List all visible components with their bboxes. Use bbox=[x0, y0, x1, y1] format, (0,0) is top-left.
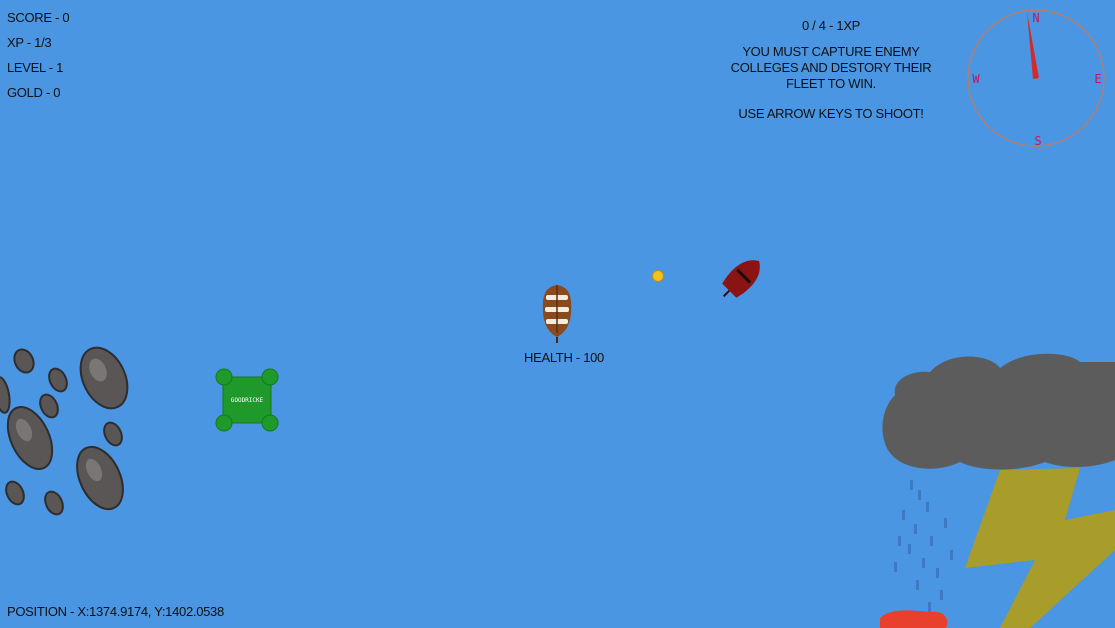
position-readout: POSITION - X:1374.9174, Y:1402.0538 bbox=[7, 604, 224, 619]
enemy-ship[interactable] bbox=[712, 252, 772, 304]
college-name: GOODRICKE bbox=[231, 397, 264, 404]
rocks-cluster bbox=[0, 346, 129, 516]
xp-label: XP - 1/3 bbox=[7, 35, 52, 50]
player-health: HEALTH - 100 bbox=[524, 350, 604, 365]
controls-hint: USE ARROW KEYS TO SHOOT! bbox=[738, 106, 924, 121]
level-label: LEVEL - 1 bbox=[7, 60, 64, 75]
player-ship[interactable] bbox=[540, 285, 574, 345]
compass-west: W bbox=[972, 72, 980, 86]
compass-south: S bbox=[1034, 134, 1041, 148]
score-label: SCORE - 0 bbox=[7, 10, 70, 25]
storm-hazard bbox=[880, 353, 1115, 628]
gold-label: GOLD - 0 bbox=[7, 85, 61, 100]
compass: N S E W bbox=[967, 9, 1105, 148]
compass-east: E bbox=[1094, 72, 1101, 86]
objective-text: YOU MUST CAPTURE ENEMY COLLEGES AND DEST… bbox=[730, 44, 932, 91]
compass-north: N bbox=[1032, 11, 1039, 25]
gold-coin[interactable] bbox=[650, 269, 666, 283]
capture-progress: 0 / 4 - 1XP bbox=[801, 18, 861, 33]
college-goodricke[interactable]: GOODRICKE bbox=[214, 368, 280, 432]
